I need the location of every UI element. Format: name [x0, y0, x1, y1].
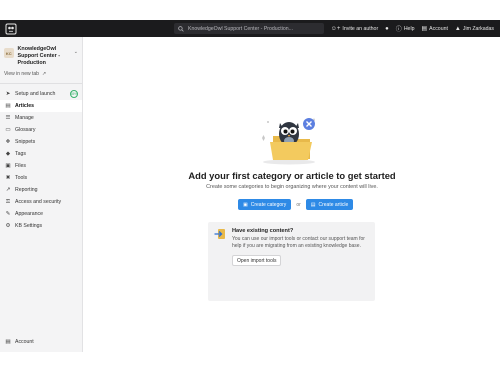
sidebar-item-tags[interactable]: ◆ Tags	[0, 148, 82, 160]
main-content: Add your first category or article to ge…	[84, 37, 500, 352]
sidebar-item-appearance[interactable]: ✎ Appearance	[0, 208, 82, 220]
invite-author-label: Invite an author	[342, 25, 379, 32]
rocket-icon: ➤	[5, 91, 11, 97]
empty-state-subtitle: Create some categories to begin organizi…	[206, 184, 378, 190]
sidebar-item-files[interactable]: ▣ Files	[0, 160, 82, 172]
kb-avatar: KC	[4, 48, 14, 58]
sidebar-item-tools[interactable]: ✖ Tools	[0, 172, 82, 184]
document-icon: ▤	[5, 103, 11, 109]
knowledgeowl-logo-icon[interactable]	[4, 22, 18, 35]
import-description: You can use our import tools or contact …	[232, 236, 365, 249]
import-callout: Have existing content? You can use our i…	[208, 222, 375, 301]
sidebar-item-label: Reporting	[15, 187, 38, 193]
help-button[interactable]: ⓘ Help	[395, 24, 415, 34]
progress-badge: 65%	[70, 90, 78, 98]
sidebar-item-articles[interactable]: ▤ Articles	[0, 100, 82, 112]
list-icon: ☰	[5, 115, 11, 121]
top-bar: KnowledgeOwl Support Center - Production…	[0, 20, 500, 37]
account-label: Account	[429, 25, 448, 32]
account-icon: ▤	[421, 26, 428, 32]
wrench-icon: ✖	[5, 175, 11, 181]
account-icon: ▤	[5, 339, 11, 345]
gear-icon: ⚙	[5, 223, 11, 229]
view-in-new-tab-link[interactable]: View in new tab ↗	[0, 67, 82, 77]
sidebar-item-setup-and-launch[interactable]: ➤ Setup and launch 65%	[0, 88, 82, 100]
sidebar-item-manage[interactable]: ☰ Manage	[0, 112, 82, 124]
sidebar-item-reporting[interactable]: ↗ Reporting	[0, 184, 82, 196]
create-category-label: Create category	[250, 201, 287, 208]
sidebar-item-label: Tools	[15, 175, 28, 181]
sidebar-item-label: KB Settings	[15, 223, 43, 229]
sidebar: KC KnowledgeOwl Support Center - Product…	[0, 37, 83, 352]
sidebar-divider	[0, 83, 82, 84]
external-link-icon: ↗	[41, 71, 47, 77]
or-separator: or	[296, 201, 301, 208]
sidebar-nav: ➤ Setup and launch 65% ▤ Articles ☰ Mana…	[0, 88, 82, 232]
sidebar-item-label: Setup and launch	[15, 91, 56, 97]
sidebar-item-label: Manage	[15, 115, 34, 121]
help-label: Help	[403, 25, 415, 32]
sidebar-item-label: Files	[15, 163, 26, 169]
account-button[interactable]: ▤ Account	[421, 25, 448, 33]
user-name: Jim Zarkadas	[462, 25, 494, 32]
help-icon: ⓘ	[395, 27, 402, 33]
view-in-new-tab-label: View in new tab	[4, 71, 39, 77]
sidebar-item-label: Tags	[15, 151, 26, 157]
top-nav: ☺+ Invite an author ● ⓘ Help ▤ Account ▲…	[331, 20, 494, 37]
kb-switcher[interactable]: KC KnowledgeOwl Support Center - Product…	[0, 37, 82, 67]
bell-icon: ●	[385, 25, 389, 32]
chevron-down-icon: ⌄	[73, 49, 78, 55]
search-icon	[178, 25, 184, 32]
sidebar-item-label: Account	[15, 339, 34, 345]
sidebar-item-snippets[interactable]: ❖ Snippets	[0, 136, 82, 148]
import-arrow-icon	[214, 229, 225, 239]
invite-author-button[interactable]: ☺+ Invite an author	[331, 26, 378, 32]
create-article-button[interactable]: ▤ Create article	[305, 199, 354, 210]
import-title: Have existing content?	[232, 228, 294, 234]
user-menu[interactable]: ▲ Jim Zarkadas	[455, 26, 494, 32]
book-icon: ▭	[5, 127, 11, 133]
key-icon: ⚿	[5, 198, 11, 205]
owl-illustration-icon	[262, 118, 315, 165]
sidebar-item-glossary[interactable]: ▭ Glossary	[0, 124, 82, 136]
sidebar-item-label: Glossary	[15, 127, 36, 133]
sidebar-item-account[interactable]: ▤ Account	[0, 336, 82, 348]
brush-icon: ✎	[5, 211, 11, 217]
create-article-label: Create article	[318, 201, 349, 208]
folder-plus-icon: ▣	[243, 201, 248, 208]
add-user-icon: ☺+	[330, 25, 341, 32]
puzzle-icon: ❖	[5, 139, 11, 145]
empty-state-actions: ▣ Create category or ▤ Create article	[238, 199, 354, 210]
sidebar-item-label: Access and security	[15, 199, 62, 205]
folder-icon: ▣	[5, 163, 11, 169]
bottom-blank-area	[0, 352, 500, 375]
create-category-button[interactable]: ▣ Create category	[238, 199, 292, 210]
document-plus-icon: ▤	[310, 201, 316, 208]
chart-icon: ↗	[5, 187, 11, 193]
empty-state-title: Add your first category or article to ge…	[188, 170, 396, 181]
sidebar-item-label: Snippets	[15, 139, 36, 145]
search-placeholder: KnowledgeOwl Support Center - Production…	[188, 25, 293, 32]
kb-name: KnowledgeOwl Support Center - Production	[17, 46, 61, 66]
open-import-tools-button[interactable]: Open import tools	[232, 255, 282, 266]
notifications-button[interactable]: ●	[385, 26, 389, 32]
search-input[interactable]: KnowledgeOwl Support Center - Production…	[174, 23, 324, 34]
sidebar-item-access-and-security[interactable]: ⚿ Access and security	[0, 196, 82, 208]
sidebar-item-kb-settings[interactable]: ⚙ KB Settings	[0, 220, 82, 232]
sidebar-item-label: Articles	[15, 103, 35, 109]
user-icon: ▲	[454, 25, 461, 32]
tag-icon: ◆	[5, 151, 11, 157]
sidebar-item-label: Appearance	[15, 211, 43, 217]
